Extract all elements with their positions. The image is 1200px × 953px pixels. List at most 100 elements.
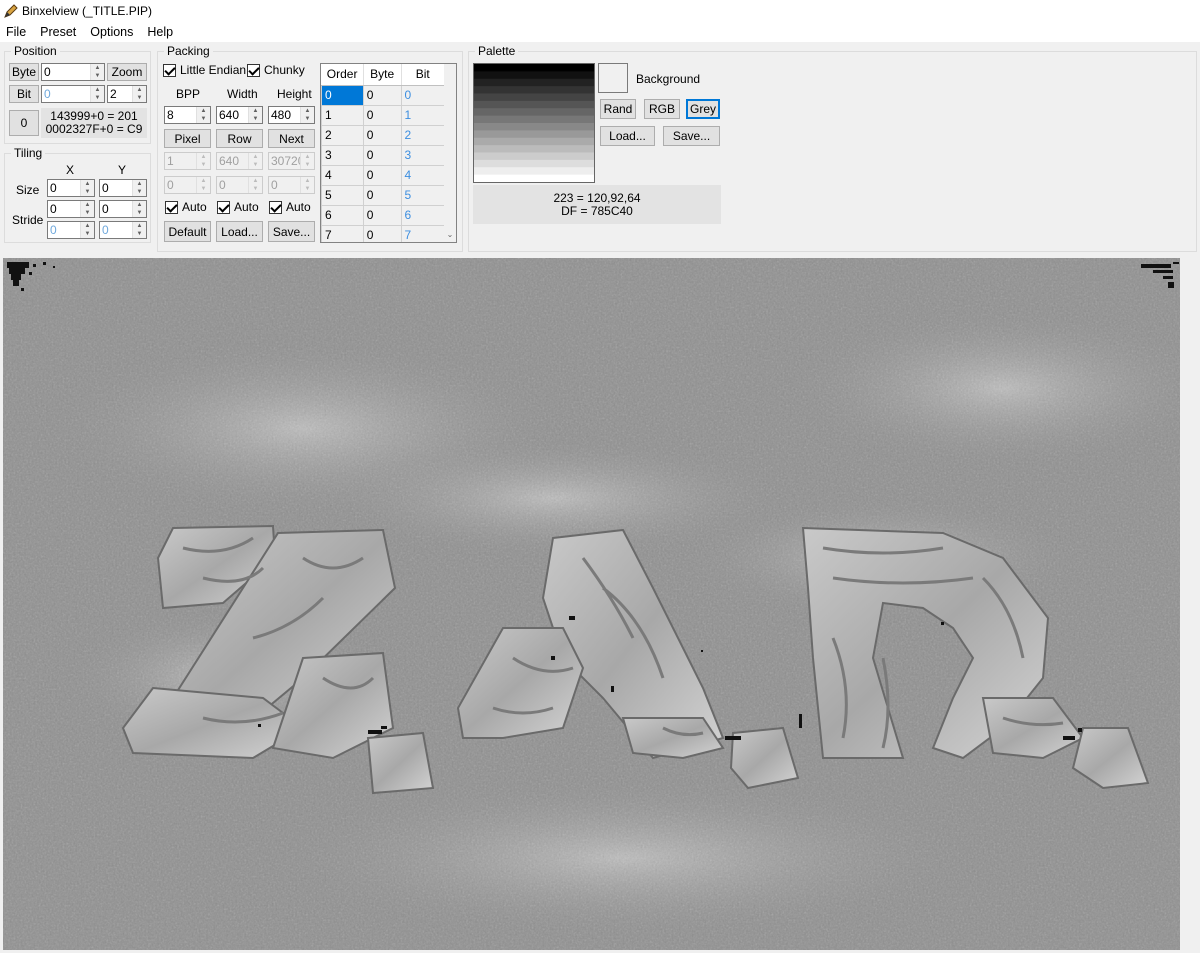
zoom-button[interactable]: Zoom [107, 63, 147, 81]
tile-size-y-spinner[interactable]: ▲▼ [99, 179, 147, 197]
spin-up-icon[interactable]: ▲ [81, 180, 94, 188]
zero-button[interactable]: 0 [9, 110, 39, 136]
pixel-button[interactable]: Pixel [164, 129, 211, 148]
palette-preview[interactable] [473, 63, 595, 183]
spin-down-icon[interactable]: ▼ [91, 72, 104, 80]
bit-cell[interactable]: 6 [400, 204, 446, 226]
bit-cell[interactable]: 2 [400, 124, 446, 146]
spin-down-icon[interactable]: ▼ [249, 115, 262, 123]
table-row[interactable]: 505 [321, 184, 446, 206]
row-button[interactable]: Row [216, 129, 263, 148]
spin-up-icon[interactable]: ▲ [133, 180, 146, 188]
spin-down-icon[interactable]: ▼ [81, 230, 94, 238]
checkbox-checked-icon[interactable] [165, 200, 178, 214]
checkbox-checked-icon[interactable] [163, 63, 176, 77]
palette-save-button[interactable]: Save... [663, 126, 720, 146]
spin-up-icon[interactable]: ▲ [301, 107, 314, 115]
byte-cell[interactable]: 0 [362, 84, 402, 106]
menu-file[interactable]: File [6, 25, 26, 39]
table-row[interactable]: 303 [321, 144, 446, 166]
bit-cell[interactable]: 1 [400, 104, 446, 126]
binary-image-view[interactable] [3, 258, 1180, 950]
spin-up-icon[interactable]: ▲ [91, 64, 104, 72]
byte-button[interactable]: Byte [9, 63, 39, 81]
rgb-button[interactable]: RGB [644, 99, 680, 119]
order-cell[interactable]: 1 [321, 104, 364, 126]
table-row[interactable]: 707 [321, 224, 446, 242]
tile-size-x-input[interactable] [48, 180, 80, 196]
spin-up-icon[interactable]: ▲ [133, 86, 146, 94]
byte-cell[interactable]: 0 [362, 104, 402, 126]
chevron-down-icon[interactable]: ⌄ [444, 230, 456, 242]
image-scrollbar[interactable] [1180, 258, 1200, 950]
grey-button[interactable]: Grey [686, 99, 720, 119]
byte-cell[interactable]: 0 [362, 184, 402, 206]
width-spinner[interactable]: ▲▼ [216, 106, 263, 124]
tile-stride-x-spinner[interactable]: ▲▼ [47, 200, 95, 218]
tile-third-x-input[interactable] [48, 222, 80, 238]
chunky-checkbox[interactable]: Chunky [247, 63, 305, 77]
byte-cell[interactable]: 0 [362, 224, 402, 242]
zoom-input[interactable] [108, 86, 132, 102]
table-row[interactable]: 000 [321, 84, 446, 106]
spin-down-icon[interactable]: ▼ [81, 209, 94, 217]
order-cell[interactable]: 4 [321, 164, 364, 186]
bit-cell[interactable]: 5 [400, 184, 446, 206]
auto-pixel-checkbox[interactable]: Auto [165, 200, 207, 214]
byte-cell[interactable]: 0 [362, 164, 402, 186]
spin-down-icon[interactable]: ▼ [197, 115, 210, 123]
bit-input[interactable] [42, 86, 90, 102]
tile-third-y-input[interactable] [100, 222, 132, 238]
spin-down-icon[interactable]: ▼ [91, 94, 104, 102]
background-color-swatch[interactable] [598, 63, 628, 93]
order-cell[interactable]: 3 [321, 144, 364, 166]
tile-stride-x-input[interactable] [48, 201, 80, 217]
packing-save-button[interactable]: Save... [268, 221, 315, 242]
spin-down-icon[interactable]: ▼ [133, 209, 146, 217]
auto-next-checkbox[interactable]: Auto [269, 200, 311, 214]
menu-help[interactable]: Help [147, 25, 173, 39]
order-cell[interactable]: 6 [321, 204, 364, 226]
width-input[interactable] [217, 107, 248, 123]
spin-up-icon[interactable]: ▲ [81, 222, 94, 230]
checkbox-checked-icon[interactable] [269, 200, 282, 214]
byte-input[interactable] [42, 64, 90, 80]
tile-stride-y-input[interactable] [100, 201, 132, 217]
packing-load-button[interactable]: Load... [216, 221, 263, 242]
spin-down-icon[interactable]: ▼ [133, 188, 146, 196]
tile-size-y-input[interactable] [100, 180, 132, 196]
byte-cell[interactable]: 0 [362, 144, 402, 166]
order-cell[interactable]: 7 [321, 224, 364, 242]
spin-up-icon[interactable]: ▲ [133, 201, 146, 209]
order-cell[interactable]: 0 [321, 84, 364, 106]
table-row[interactable]: 404 [321, 164, 446, 186]
spin-down-icon[interactable]: ▼ [301, 115, 314, 123]
bpp-spinner[interactable]: ▲▼ [164, 106, 211, 124]
spin-up-icon[interactable]: ▲ [249, 107, 262, 115]
rand-button[interactable]: Rand [600, 99, 636, 119]
bit-order-table[interactable]: Order Byte Bit 000101202303404505606707 … [320, 63, 457, 243]
tile-stride-y-spinner[interactable]: ▲▼ [99, 200, 147, 218]
bit-cell[interactable]: 3 [400, 144, 446, 166]
bit-cell[interactable]: 7 [400, 224, 446, 242]
zoom-spinner[interactable]: ▲▼ [107, 85, 147, 103]
byte-cell[interactable]: 0 [362, 124, 402, 146]
palette-load-button[interactable]: Load... [600, 126, 655, 146]
little-endian-checkbox[interactable]: Little Endian [163, 63, 246, 77]
table-row[interactable]: 202 [321, 124, 446, 146]
bpp-input[interactable] [165, 107, 196, 123]
byte-spinner[interactable]: ▲▼ [41, 63, 105, 81]
spin-down-icon[interactable]: ▼ [133, 230, 146, 238]
checkbox-checked-icon[interactable] [247, 63, 260, 77]
bit-cell[interactable]: 4 [400, 164, 446, 186]
spin-up-icon[interactable]: ▲ [91, 86, 104, 94]
spin-up-icon[interactable]: ▲ [197, 107, 210, 115]
spin-up-icon[interactable]: ▲ [133, 222, 146, 230]
spin-down-icon[interactable]: ▼ [133, 94, 146, 102]
bit-cell[interactable]: 0 [400, 84, 446, 106]
checkbox-checked-icon[interactable] [217, 200, 230, 214]
order-cell[interactable]: 5 [321, 184, 364, 206]
tile-size-x-spinner[interactable]: ▲▼ [47, 179, 95, 197]
next-button[interactable]: Next [268, 129, 315, 148]
spin-up-icon[interactable]: ▲ [81, 201, 94, 209]
